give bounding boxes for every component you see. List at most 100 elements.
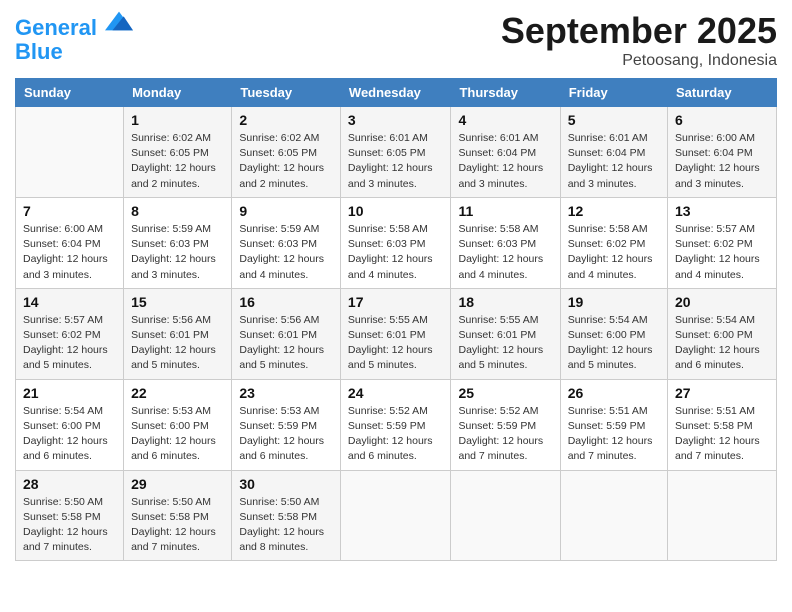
calendar-day-cell bbox=[668, 470, 777, 561]
day-info: Sunrise: 6:02 AMSunset: 6:05 PMDaylight:… bbox=[239, 131, 333, 192]
calendar-week-row: 14 Sunrise: 5:57 AMSunset: 6:02 PMDayligh… bbox=[16, 288, 777, 379]
day-of-week-header: Tuesday bbox=[232, 79, 341, 107]
day-info: Sunrise: 5:55 AMSunset: 6:01 PMDaylight:… bbox=[348, 313, 444, 374]
calendar-day-cell: 2Sunrise: 6:02 AMSunset: 6:05 PMDaylight… bbox=[232, 107, 341, 198]
day-info: Sunrise: 6:01 AMSunset: 6:04 PMDaylight:… bbox=[458, 131, 552, 192]
day-info: Sunrise: 5:51 AMSunset: 5:59 PMDaylight:… bbox=[568, 404, 660, 465]
logo-blue: Blue bbox=[15, 39, 63, 64]
day-number: 8 bbox=[131, 203, 224, 219]
day-info: Sunrise: 5:57 AMSunset: 6:02 PMDaylight:… bbox=[23, 313, 116, 374]
day-number: 3 bbox=[348, 112, 444, 128]
calendar-table: SundayMondayTuesdayWednesdayThursdayFrid… bbox=[15, 78, 777, 561]
day-number: 11 bbox=[458, 203, 552, 219]
day-info: Sunrise: 5:50 AMSunset: 5:58 PMDaylight:… bbox=[23, 495, 116, 556]
day-number: 16 bbox=[239, 294, 333, 310]
day-info: Sunrise: 5:58 AMSunset: 6:02 PMDaylight:… bbox=[568, 222, 660, 283]
day-number: 29 bbox=[131, 476, 224, 492]
day-of-week-header: Wednesday bbox=[340, 79, 451, 107]
calendar-week-row: 1 Sunrise: 6:02 AMSunset: 6:05 PMDaylight… bbox=[16, 107, 777, 198]
day-info: Sunrise: 5:52 AMSunset: 5:59 PMDaylight:… bbox=[348, 404, 444, 465]
day-number: 25 bbox=[458, 385, 552, 401]
day-number: 21 bbox=[23, 385, 116, 401]
day-info: Sunrise: 5:51 AMSunset: 5:58 PMDaylight:… bbox=[675, 404, 769, 465]
day-number: 5 bbox=[568, 112, 660, 128]
day-number: 9 bbox=[239, 203, 333, 219]
day-number: 28 bbox=[23, 476, 116, 492]
calendar-day-cell: 4 Sunrise: 6:01 AMSunset: 6:04 PMDaylight… bbox=[451, 107, 560, 198]
day-number: 4 bbox=[458, 112, 552, 128]
day-number: 27 bbox=[675, 385, 769, 401]
day-number: 20 bbox=[675, 294, 769, 310]
day-of-week-header: Thursday bbox=[451, 79, 560, 107]
logo: General Blue bbox=[15, 15, 133, 64]
day-of-week-header: Sunday bbox=[16, 79, 124, 107]
day-number: 12 bbox=[568, 203, 660, 219]
day-number: 13 bbox=[675, 203, 769, 219]
calendar-day-cell: 21 Sunrise: 5:54 AMSunset: 6:00 PMDayligh… bbox=[16, 379, 124, 470]
calendar-day-cell: 9 Sunrise: 5:59 AMSunset: 6:03 PMDaylight… bbox=[232, 197, 341, 288]
day-number: 1 bbox=[131, 112, 224, 128]
calendar-day-cell: 8 Sunrise: 5:59 AMSunset: 6:03 PMDaylight… bbox=[124, 197, 232, 288]
day-info: Sunrise: 5:58 AMSunset: 6:03 PMDaylight:… bbox=[458, 222, 552, 283]
day-info: Sunrise: 6:01 AMSunset: 6:04 PMDaylight:… bbox=[568, 131, 660, 192]
calendar-day-cell: 12 Sunrise: 5:58 AMSunset: 6:02 PMDayligh… bbox=[560, 197, 667, 288]
calendar-day-cell: 10Sunrise: 5:58 AMSunset: 6:03 PMDayligh… bbox=[340, 197, 451, 288]
day-info: Sunrise: 6:00 AMSunset: 6:04 PMDaylight:… bbox=[675, 131, 769, 192]
calendar-day-cell: 17 Sunrise: 5:55 AMSunset: 6:01 PMDayligh… bbox=[340, 288, 451, 379]
day-number: 7 bbox=[23, 203, 116, 219]
day-number: 17 bbox=[348, 294, 444, 310]
day-info: Sunrise: 5:54 AMSunset: 6:00 PMDaylight:… bbox=[23, 404, 116, 465]
calendar-day-cell: 18 Sunrise: 5:55 AMSunset: 6:01 PMDayligh… bbox=[451, 288, 560, 379]
day-of-week-header: Friday bbox=[560, 79, 667, 107]
calendar-day-cell: 3 Sunrise: 6:01 AMSunset: 6:05 PMDaylight… bbox=[340, 107, 451, 198]
calendar-day-cell: 22Sunrise: 5:53 AMSunset: 6:00 PMDayligh… bbox=[124, 379, 232, 470]
day-info: Sunrise: 5:50 AMSunset: 5:58 PMDaylight:… bbox=[131, 495, 224, 556]
day-info: Sunrise: 5:57 AMSunset: 6:02 PMDaylight:… bbox=[675, 222, 769, 283]
calendar-day-cell: 28 Sunrise: 5:50 AMSunset: 5:58 PMDayligh… bbox=[16, 470, 124, 561]
day-number: 23 bbox=[239, 385, 333, 401]
calendar-header-row: SundayMondayTuesdayWednesdayThursdayFrid… bbox=[16, 79, 777, 107]
day-info: Sunrise: 5:54 AMSunset: 6:00 PMDaylight:… bbox=[568, 313, 660, 374]
calendar-day-cell: 29 Sunrise: 5:50 AMSunset: 5:58 PMDayligh… bbox=[124, 470, 232, 561]
day-info: Sunrise: 5:56 AMSunset: 6:01 PMDaylight:… bbox=[239, 313, 333, 374]
calendar-day-cell bbox=[340, 470, 451, 561]
calendar-day-cell: 24 Sunrise: 5:52 AMSunset: 5:59 PMDayligh… bbox=[340, 379, 451, 470]
month-title: September 2025 bbox=[501, 10, 777, 52]
calendar-day-cell: 5 Sunrise: 6:01 AMSunset: 6:04 PMDaylight… bbox=[560, 107, 667, 198]
day-number: 18 bbox=[458, 294, 552, 310]
logo-general: General bbox=[15, 15, 97, 40]
day-info: Sunrise: 5:59 AMSunset: 6:03 PMDaylight:… bbox=[131, 222, 224, 283]
day-info: Sunrise: 5:55 AMSunset: 6:01 PMDaylight:… bbox=[458, 313, 552, 374]
day-number: 26 bbox=[568, 385, 660, 401]
calendar-day-cell: 19Sunrise: 5:54 AMSunset: 6:00 PMDayligh… bbox=[560, 288, 667, 379]
day-info: Sunrise: 6:01 AMSunset: 6:05 PMDaylight:… bbox=[348, 131, 444, 192]
calendar-day-cell: 11 Sunrise: 5:58 AMSunset: 6:03 PMDayligh… bbox=[451, 197, 560, 288]
calendar-day-cell bbox=[16, 107, 124, 198]
day-info: Sunrise: 6:02 AMSunset: 6:05 PMDaylight:… bbox=[131, 131, 224, 192]
day-number: 14 bbox=[23, 294, 116, 310]
day-info: Sunrise: 5:53 AMSunset: 5:59 PMDaylight:… bbox=[239, 404, 333, 465]
day-number: 30 bbox=[239, 476, 333, 492]
header: General Blue September 2025 Petoosang, I… bbox=[15, 10, 777, 70]
day-of-week-header: Monday bbox=[124, 79, 232, 107]
day-info: Sunrise: 6:00 AMSunset: 6:04 PMDaylight:… bbox=[23, 222, 116, 283]
calendar-body: 1 Sunrise: 6:02 AMSunset: 6:05 PMDaylight… bbox=[16, 107, 777, 561]
calendar-day-cell: 14 Sunrise: 5:57 AMSunset: 6:02 PMDayligh… bbox=[16, 288, 124, 379]
calendar-week-row: 7 Sunrise: 6:00 AMSunset: 6:04 PMDaylight… bbox=[16, 197, 777, 288]
calendar-day-cell: 27 Sunrise: 5:51 AMSunset: 5:58 PMDayligh… bbox=[668, 379, 777, 470]
day-info: Sunrise: 5:59 AMSunset: 6:03 PMDaylight:… bbox=[239, 222, 333, 283]
calendar-week-row: 21 Sunrise: 5:54 AMSunset: 6:00 PMDayligh… bbox=[16, 379, 777, 470]
day-number: 6 bbox=[675, 112, 769, 128]
calendar-day-cell: 16 Sunrise: 5:56 AMSunset: 6:01 PMDayligh… bbox=[232, 288, 341, 379]
day-number: 22 bbox=[131, 385, 224, 401]
day-info: Sunrise: 5:52 AMSunset: 5:59 PMDaylight:… bbox=[458, 404, 552, 465]
logo-icon bbox=[105, 7, 133, 35]
day-number: 24 bbox=[348, 385, 444, 401]
calendar-day-cell: 1 Sunrise: 6:02 AMSunset: 6:05 PMDaylight… bbox=[124, 107, 232, 198]
calendar-day-cell: 26 Sunrise: 5:51 AMSunset: 5:59 PMDayligh… bbox=[560, 379, 667, 470]
title-area: September 2025 Petoosang, Indonesia bbox=[501, 10, 777, 70]
day-info: Sunrise: 5:54 AMSunset: 6:00 PMDaylight:… bbox=[675, 313, 769, 374]
calendar-week-row: 28 Sunrise: 5:50 AMSunset: 5:58 PMDayligh… bbox=[16, 470, 777, 561]
day-info: Sunrise: 5:58 AMSunset: 6:03 PMDaylight:… bbox=[348, 222, 444, 283]
calendar-day-cell: 13 Sunrise: 5:57 AMSunset: 6:02 PMDayligh… bbox=[668, 197, 777, 288]
